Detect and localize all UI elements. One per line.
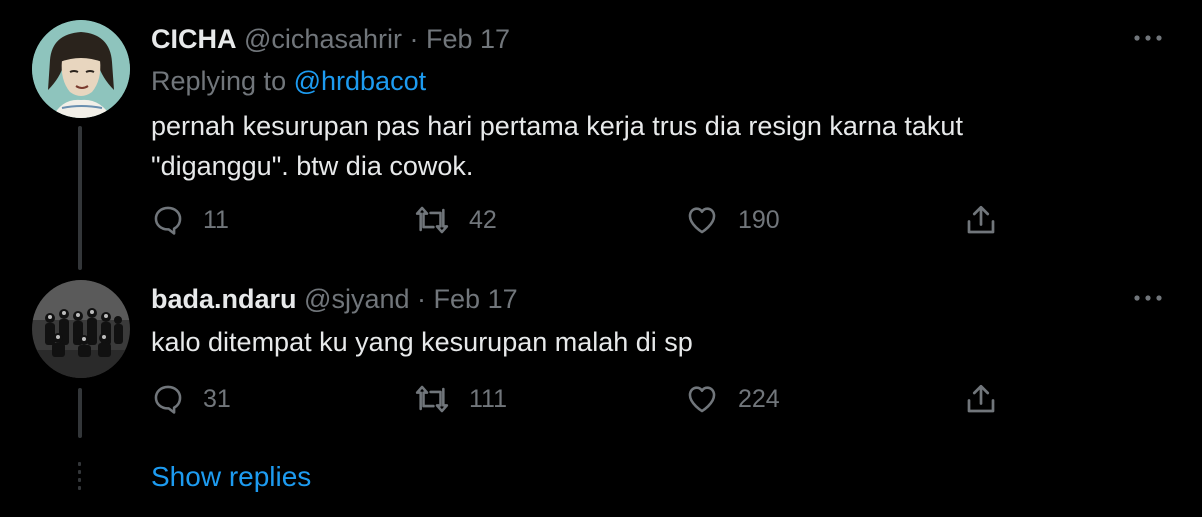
like-icon	[688, 207, 716, 234]
more-options-button[interactable]	[1132, 288, 1164, 308]
retweet-icon	[415, 385, 449, 413]
replying-prefix: Replying to	[151, 66, 287, 96]
more-icon	[1134, 295, 1162, 301]
retweet-count: 111	[469, 384, 508, 413]
tweet-date[interactable]: Feb 17	[434, 284, 518, 314]
display-name[interactable]: bada.ndaru	[151, 284, 297, 314]
retweet-icon	[415, 206, 449, 234]
tweet-actions: 31 111 224	[151, 379, 1011, 419]
thread-line	[78, 126, 82, 270]
replying-mention-link[interactable]: @hrdbacot	[294, 66, 426, 96]
avatar[interactable]	[32, 20, 130, 118]
avatar[interactable]	[32, 280, 130, 378]
like-icon	[688, 386, 716, 413]
like-button[interactable]: 190	[684, 200, 780, 240]
separator-dot: ·	[417, 284, 427, 314]
retweet-count: 42	[469, 205, 497, 234]
share-icon	[967, 205, 995, 234]
tweet-text: kalo ditempat ku yang kesurupan malah di…	[151, 327, 693, 357]
reply-icon	[154, 206, 182, 235]
illustrated-girl-avatar-image	[32, 20, 130, 118]
user-handle[interactable]: @cichasahrir	[244, 24, 402, 54]
thread-line	[78, 388, 82, 438]
more-icon	[1134, 35, 1162, 41]
separator-dot: ·	[409, 24, 419, 54]
like-count: 190	[738, 205, 780, 234]
replying-to: Replying to @hrdbacot	[151, 64, 426, 98]
reply-count: 11	[203, 205, 229, 234]
tweet-text: pernah kesurupan pas hari pertama kerja …	[151, 111, 963, 181]
like-button[interactable]: 224	[684, 379, 780, 419]
user-handle[interactable]: @sjyand	[304, 284, 409, 314]
group-photo-avatar-image	[32, 280, 130, 378]
show-replies-link[interactable]: Show replies	[151, 459, 311, 495]
more-options-button[interactable]	[1132, 28, 1164, 48]
reply-count: 31	[203, 384, 231, 413]
retweet-button[interactable]: 42	[413, 200, 497, 240]
collapsed-thread-dots	[78, 462, 82, 492]
tweet-actions: 11 42 190	[151, 200, 1011, 240]
like-count: 224	[738, 384, 780, 413]
share-button[interactable]	[963, 379, 999, 419]
reply-button[interactable]: 11	[151, 200, 229, 240]
share-icon	[967, 384, 995, 413]
retweet-button[interactable]: 111	[413, 379, 507, 419]
reply-button[interactable]: 31	[151, 379, 231, 419]
tweet-date[interactable]: Feb 17	[426, 24, 510, 54]
reply-icon	[154, 385, 182, 414]
tweet-header: bada.ndaru @sjyand · Feb 17	[151, 282, 518, 316]
tweet-header: CICHA @cichasahrir · Feb 17	[151, 22, 510, 56]
display-name[interactable]: CICHA	[151, 24, 237, 54]
share-button[interactable]	[963, 200, 999, 240]
